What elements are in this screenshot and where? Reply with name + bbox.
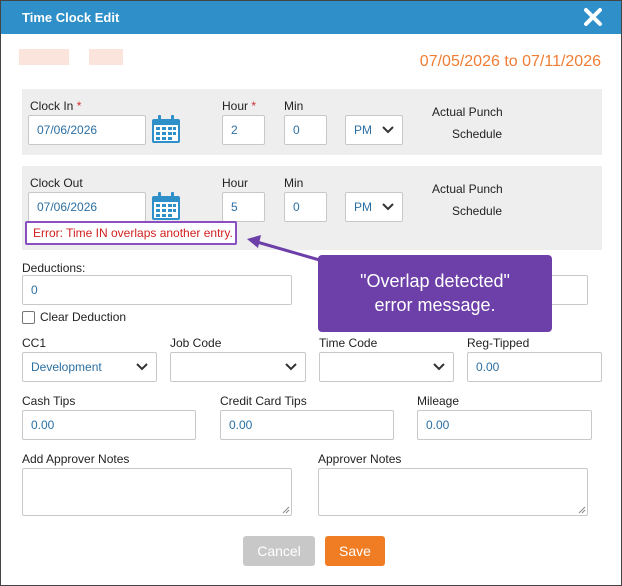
time-clock-edit-dialog: Time Clock Edit 07/05/2026 to 07/11/2026… (0, 0, 622, 586)
clear-deduction-label: Clear Deduction (40, 310, 127, 324)
dialog-titlebar: Time Clock Edit (1, 1, 621, 34)
clock-in-section: Clock In * 07/06/2026 Hour * 2 Min 0 PM … (22, 89, 602, 155)
clock-in-hour-label: Hour * (222, 99, 257, 113)
save-button[interactable]: Save (325, 536, 385, 566)
clock-in-ampm-select[interactable]: PM (345, 115, 403, 145)
cc1-label: CC1 (22, 336, 47, 350)
clock-in-min-label: Min (284, 99, 304, 113)
calendar-icon[interactable] (151, 191, 181, 221)
cash-tips-label: Cash Tips (22, 394, 76, 408)
clock-out-min-input[interactable]: 0 (284, 192, 327, 222)
pay-period-range: 07/05/2026 to 07/11/2026 (419, 53, 601, 70)
clock-out-min-label: Min (284, 176, 304, 190)
overlap-error-message: Error: Time IN overlaps another entry. (25, 221, 237, 245)
time-code-label: Time Code (319, 336, 378, 350)
clock-in-hour-input[interactable]: 2 (222, 115, 265, 145)
cash-tips-input[interactable]: 0.00 (22, 410, 196, 440)
credit-card-tips-label: Credit Card Tips (220, 394, 307, 408)
dialog-title: Time Clock Edit (22, 10, 120, 25)
clock-out-schedule-label: Schedule (452, 204, 503, 218)
employee-id-redacted (89, 49, 123, 65)
deductions-input[interactable]: 0 (22, 275, 292, 305)
close-icon[interactable] (583, 7, 603, 27)
cancel-button[interactable]: Cancel (243, 536, 315, 566)
clock-out-hour-input[interactable]: 5 (222, 192, 265, 222)
chevron-down-icon (433, 363, 445, 371)
mileage-input[interactable]: 0.00 (417, 410, 592, 440)
cc1-select[interactable]: Development (22, 352, 157, 382)
approver-notes-textarea[interactable] (318, 468, 588, 516)
job-code-label: Job Code (170, 336, 222, 350)
employee-name-redacted (19, 49, 69, 65)
callout-line-1: "Overlap detected" (360, 271, 510, 291)
clock-out-date-input[interactable]: 07/06/2026 (28, 192, 146, 222)
mileage-label: Mileage (417, 394, 460, 408)
reg-tipped-input[interactable]: 0.00 (467, 352, 602, 382)
clock-in-actual-punch-label: Actual Punch (432, 105, 503, 119)
add-approver-notes-label: Add Approver Notes (22, 452, 130, 466)
calendar-icon[interactable] (151, 114, 181, 144)
callout-line-2: error message. (374, 295, 496, 315)
cc1-value: Development (31, 360, 102, 374)
time-code-select[interactable] (319, 352, 454, 382)
reg-tipped-label: Reg-Tipped (467, 336, 530, 350)
clock-in-min-input[interactable]: 0 (284, 115, 327, 145)
deductions-secondary-input[interactable] (548, 275, 588, 305)
chevron-down-icon (136, 363, 148, 371)
resize-grip-icon[interactable] (578, 506, 586, 514)
clock-in-label: Clock In * (30, 99, 82, 113)
chevron-down-icon (382, 203, 394, 211)
resize-grip-icon[interactable] (282, 506, 290, 514)
clear-deduction-checkbox[interactable] (22, 311, 35, 324)
clock-out-ampm-value: PM (354, 200, 372, 214)
deductions-label: Deductions: (22, 261, 86, 275)
clock-in-ampm-value: PM (354, 123, 372, 137)
clock-out-hour-label: Hour (222, 176, 249, 190)
overlap-callout-annotation: "Overlap detected" error message. (318, 255, 552, 332)
clock-in-schedule-label: Schedule (452, 127, 503, 141)
chevron-down-icon (382, 126, 394, 134)
credit-card-tips-input[interactable]: 0.00 (220, 410, 394, 440)
job-code-select[interactable] (170, 352, 306, 382)
clock-out-ampm-select[interactable]: PM (345, 192, 403, 222)
chevron-down-icon (285, 363, 297, 371)
clock-out-label: Clock Out (30, 176, 83, 190)
approver-notes-label: Approver Notes (318, 452, 402, 466)
clock-out-actual-punch-label: Actual Punch (432, 182, 503, 196)
clock-in-date-input[interactable]: 07/06/2026 (28, 115, 146, 145)
add-approver-notes-textarea[interactable] (22, 468, 292, 516)
